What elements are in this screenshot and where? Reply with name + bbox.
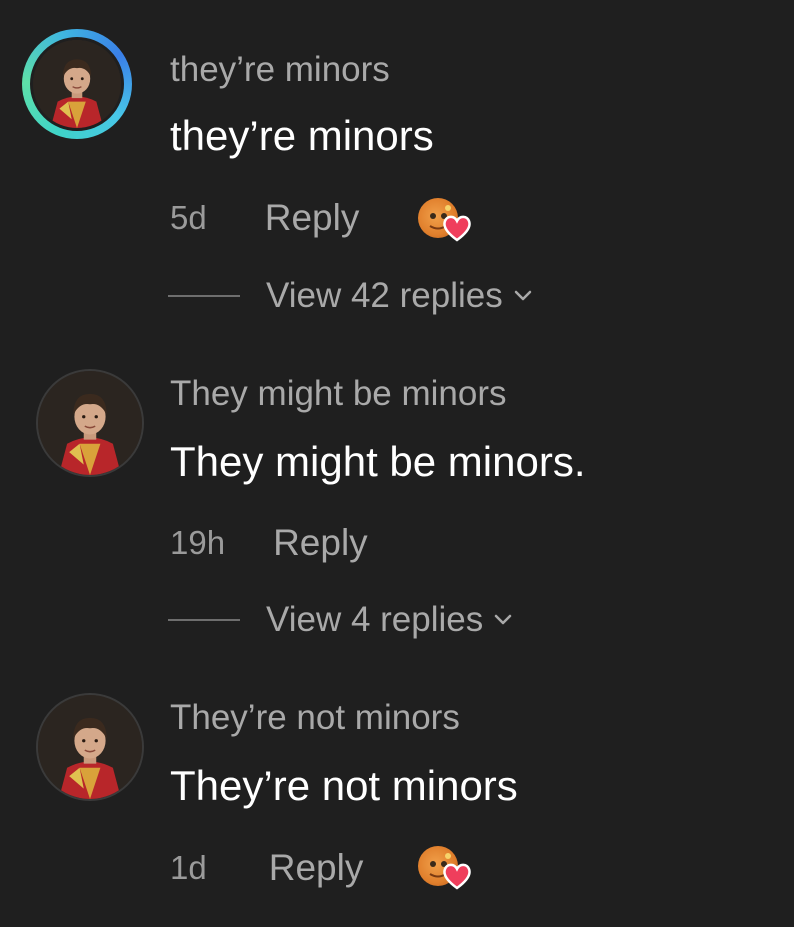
comment-text: They might be minors.: [170, 438, 586, 485]
view-replies-button[interactable]: View 42 replies: [168, 274, 535, 318]
comment-username[interactable]: they’re minors: [170, 50, 390, 90]
profile-photo-icon: [38, 371, 142, 475]
view-replies-button[interactable]: View 4 replies: [168, 598, 515, 642]
liked-by-author-badge: [418, 846, 471, 892]
profile-photo-icon: [38, 695, 142, 799]
replies-divider-line: [168, 619, 240, 621]
avatar: [30, 37, 124, 131]
comment-meta: 5d Reply: [170, 193, 359, 243]
comment-meta: 19h Reply: [170, 518, 368, 568]
comment-time: 5d: [170, 199, 207, 236]
comment-text: they’re minors: [170, 112, 434, 159]
heart-icon: [443, 215, 471, 242]
comment-meta: 1d Reply: [170, 843, 363, 893]
reply-button[interactable]: Reply: [265, 197, 360, 239]
avatar[interactable]: [36, 369, 144, 477]
comment-time: 19h: [170, 524, 226, 561]
replies-divider-line: [168, 295, 240, 297]
comment-username[interactable]: They’re not minors: [170, 698, 460, 738]
comment-username[interactable]: They might be minors: [170, 374, 507, 414]
view-replies-label: View 4 replies: [266, 600, 484, 639]
comment-text: They’re not minors: [170, 762, 518, 809]
liked-by-author-badge: [418, 198, 471, 244]
view-replies-label: View 42 replies: [266, 276, 503, 315]
avatar-story-ring[interactable]: [22, 29, 132, 139]
profile-photo-icon: [33, 40, 121, 128]
avatar[interactable]: [36, 693, 144, 801]
chevron-down-icon: [514, 290, 531, 301]
heart-icon: [443, 863, 471, 890]
chevron-down-icon: [495, 614, 512, 625]
comment-time: 1d: [170, 849, 207, 886]
reply-button[interactable]: Reply: [273, 522, 368, 564]
reply-button[interactable]: Reply: [269, 847, 364, 889]
